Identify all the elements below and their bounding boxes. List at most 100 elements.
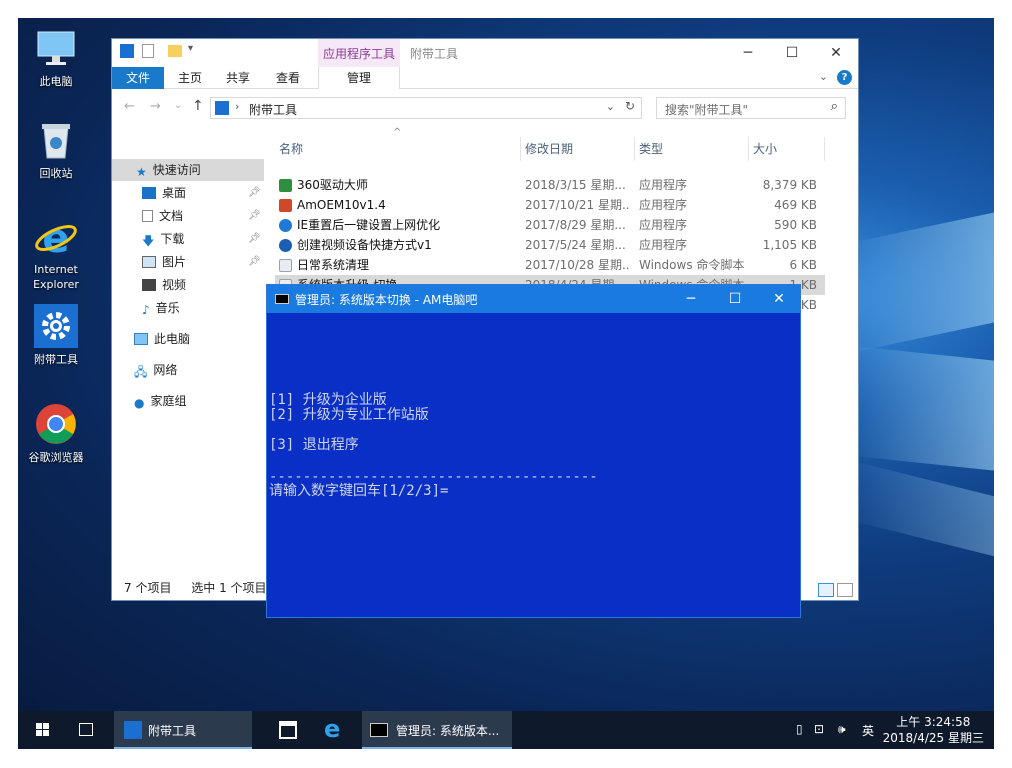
- breadcrumb[interactable]: 附带工具: [249, 101, 297, 118]
- taskbar-item-store[interactable]: [270, 711, 306, 749]
- desktop-icon-tools-folder[interactable]: 附带工具: [18, 304, 94, 367]
- taskbar-item-explorer[interactable]: 附带工具: [114, 711, 252, 749]
- folder-icon[interactable]: [168, 45, 182, 57]
- column-header-name[interactable]: 名称: [275, 137, 521, 161]
- task-view-button[interactable]: [70, 711, 104, 749]
- search-icon[interactable]: ⌕: [831, 99, 838, 114]
- console-line: [2] 升级为专业工作站版: [269, 407, 429, 423]
- chrome-icon: [34, 402, 78, 446]
- nav-item-homegroup[interactable]: ● 家庭组: [134, 391, 187, 411]
- nav-item-network[interactable]: 🖧︎ 网络: [134, 360, 177, 380]
- ie-icon: [279, 219, 292, 232]
- up-arrow-icon[interactable]: ↑: [192, 98, 204, 114]
- start-button[interactable]: [26, 711, 60, 749]
- nav-item-videos[interactable]: 视频: [142, 275, 186, 295]
- console-icon: [370, 723, 388, 737]
- nav-item-music[interactable]: ♪ 音乐: [142, 298, 180, 318]
- help-icon[interactable]: ?: [837, 70, 852, 85]
- music-note-icon: ♪: [142, 303, 150, 317]
- wallpaper-beam: [848, 345, 994, 471]
- close-button[interactable]: ✕: [814, 39, 858, 67]
- clock[interactable]: 上午 3:24:58 2018/4/25 星期三: [883, 714, 984, 746]
- table-row[interactable]: 日常系统清理 2017/10/28 星期... Windows 命令脚本 6 K…: [275, 255, 825, 275]
- ribbon-tabs: 文件 主页 共享 查看 管理 ⌄ ?: [112, 67, 858, 89]
- console-output[interactable]: [1] 升级为企业版 [2] 升级为专业工作站版 [3] 退出程序 ------…: [269, 313, 800, 617]
- close-button[interactable]: ✕: [757, 285, 801, 313]
- column-header-size[interactable]: 大小: [749, 137, 825, 161]
- tab-share[interactable]: 共享: [218, 67, 258, 89]
- large-icons-view-icon[interactable]: [837, 583, 853, 597]
- pin-icon[interactable]: 📌︎: [248, 210, 261, 221]
- console-title: 管理员: 系统版本切换 - AM电脑吧: [295, 293, 478, 307]
- nav-item-pictures[interactable]: 图片: [142, 252, 186, 272]
- chevron-down-icon[interactable]: ⌄: [819, 70, 828, 83]
- star-icon: ★: [136, 165, 147, 179]
- wallpaper-beam: [848, 459, 994, 557]
- gear-icon: [124, 721, 142, 739]
- document-icon: [142, 210, 153, 222]
- system-tray: ▯ ⊡ 🕪︎ 英: [796, 711, 876, 749]
- table-row[interactable]: IE重置后一键设置上网优化 2017/8/29 星期... 应用程序 590 K…: [275, 215, 825, 235]
- chevron-down-icon[interactable]: ⌄: [606, 100, 615, 113]
- gear-icon: [215, 101, 229, 115]
- desktop-icon-recycle-bin[interactable]: 回收站: [18, 118, 94, 181]
- nav-item-quick-access[interactable]: ★ 快速访问: [136, 160, 201, 180]
- volume-icon[interactable]: 🕪︎: [838, 722, 846, 737]
- minimize-button[interactable]: ─: [669, 285, 713, 313]
- desktop-icon-this-pc[interactable]: 此电脑: [18, 26, 94, 89]
- gear-icon: [120, 44, 134, 58]
- ie-icon: e: [324, 715, 341, 743]
- taskbar-item-console[interactable]: 管理员: 系统版本...: [362, 711, 512, 749]
- column-header-type[interactable]: 类型: [635, 137, 749, 161]
- maximize-button[interactable]: ☐: [770, 39, 814, 67]
- gear-icon: [34, 304, 78, 348]
- table-row[interactable]: 360驱动大师 2018/3/15 星期... 应用程序 8,379 KB: [275, 175, 825, 195]
- address-bar[interactable]: › 附带工具 ⌄ ↻: [210, 97, 642, 119]
- column-header-date[interactable]: 修改日期: [521, 137, 635, 161]
- app-icon: [279, 179, 292, 192]
- desktop-icon-internet-explorer[interactable]: e Internet Explorer: [18, 214, 94, 292]
- minimize-button[interactable]: ─: [726, 39, 770, 67]
- recycle-bin-icon: [34, 118, 78, 162]
- chevron-right-icon: ›: [235, 100, 240, 113]
- desktop-icon: [142, 187, 156, 199]
- svg-text:e: e: [42, 216, 69, 258]
- nav-item-desktop[interactable]: 桌面: [142, 183, 186, 203]
- table-row[interactable]: AmOEM10v1.4 2017/10/21 星期... 应用程序 469 KB: [275, 195, 825, 215]
- pin-icon[interactable]: 📌︎: [248, 256, 261, 267]
- forward-arrow-icon[interactable]: →: [150, 99, 161, 114]
- network-icon[interactable]: ⊡: [814, 722, 824, 736]
- pin-icon[interactable]: 📌︎: [248, 233, 261, 244]
- title-bar: ▾ 附带工具 ─ ☐ ✕: [112, 39, 858, 65]
- pin-icon[interactable]: 📌︎: [248, 187, 261, 198]
- status-bar: 7 个项目 选中 1 个项目: [124, 579, 267, 596]
- nav-item-downloads[interactable]: 🡇 下载: [142, 229, 184, 249]
- search-input[interactable]: 搜索"附带工具" ⌕: [656, 97, 846, 119]
- taskbar-item-ie[interactable]: e: [316, 711, 352, 749]
- monitor-icon: [134, 333, 148, 345]
- tab-file[interactable]: 文件: [112, 67, 164, 89]
- tab-view[interactable]: 查看: [268, 67, 308, 89]
- chevron-down-icon[interactable]: ⌄: [174, 100, 182, 111]
- taskbar: 附带工具 e 管理员: 系统版本... ▯ ⊡ 🕪︎ 英 上午 3:24:58 …: [18, 711, 994, 749]
- properties-icon[interactable]: [142, 44, 154, 58]
- maximize-button[interactable]: ☐: [713, 285, 757, 313]
- tab-manage[interactable]: 管理: [318, 67, 400, 89]
- console-title-bar: 管理员: 系统版本切换 - AM电脑吧 ─ ☐ ✕: [267, 285, 800, 313]
- table-row[interactable]: 创建视频设备快捷方式v1 2017/5/24 星期... 应用程序 1,105 …: [275, 235, 825, 255]
- ime-indicator[interactable]: 英: [862, 722, 874, 739]
- refresh-icon[interactable]: ↻: [625, 99, 635, 113]
- nav-item-documents[interactable]: 文档: [142, 206, 183, 226]
- tab-home[interactable]: 主页: [170, 67, 210, 89]
- chevron-down-icon[interactable]: ▾: [188, 43, 193, 54]
- details-view-icon[interactable]: [818, 583, 834, 597]
- video-icon: [142, 279, 156, 291]
- network-icon: 🖧︎: [134, 365, 148, 379]
- task-view-icon: [79, 723, 93, 736]
- nav-item-this-pc[interactable]: 此电脑: [134, 329, 190, 349]
- clock-time: 上午 3:24:58: [896, 715, 971, 729]
- console-prompt: 请输入数字键回车[1/2/3]=: [269, 483, 449, 499]
- desktop-icon-chrome[interactable]: 谷歌浏览器: [18, 402, 94, 465]
- usb-icon[interactable]: ▯: [796, 722, 803, 736]
- back-arrow-icon[interactable]: ←: [124, 99, 135, 114]
